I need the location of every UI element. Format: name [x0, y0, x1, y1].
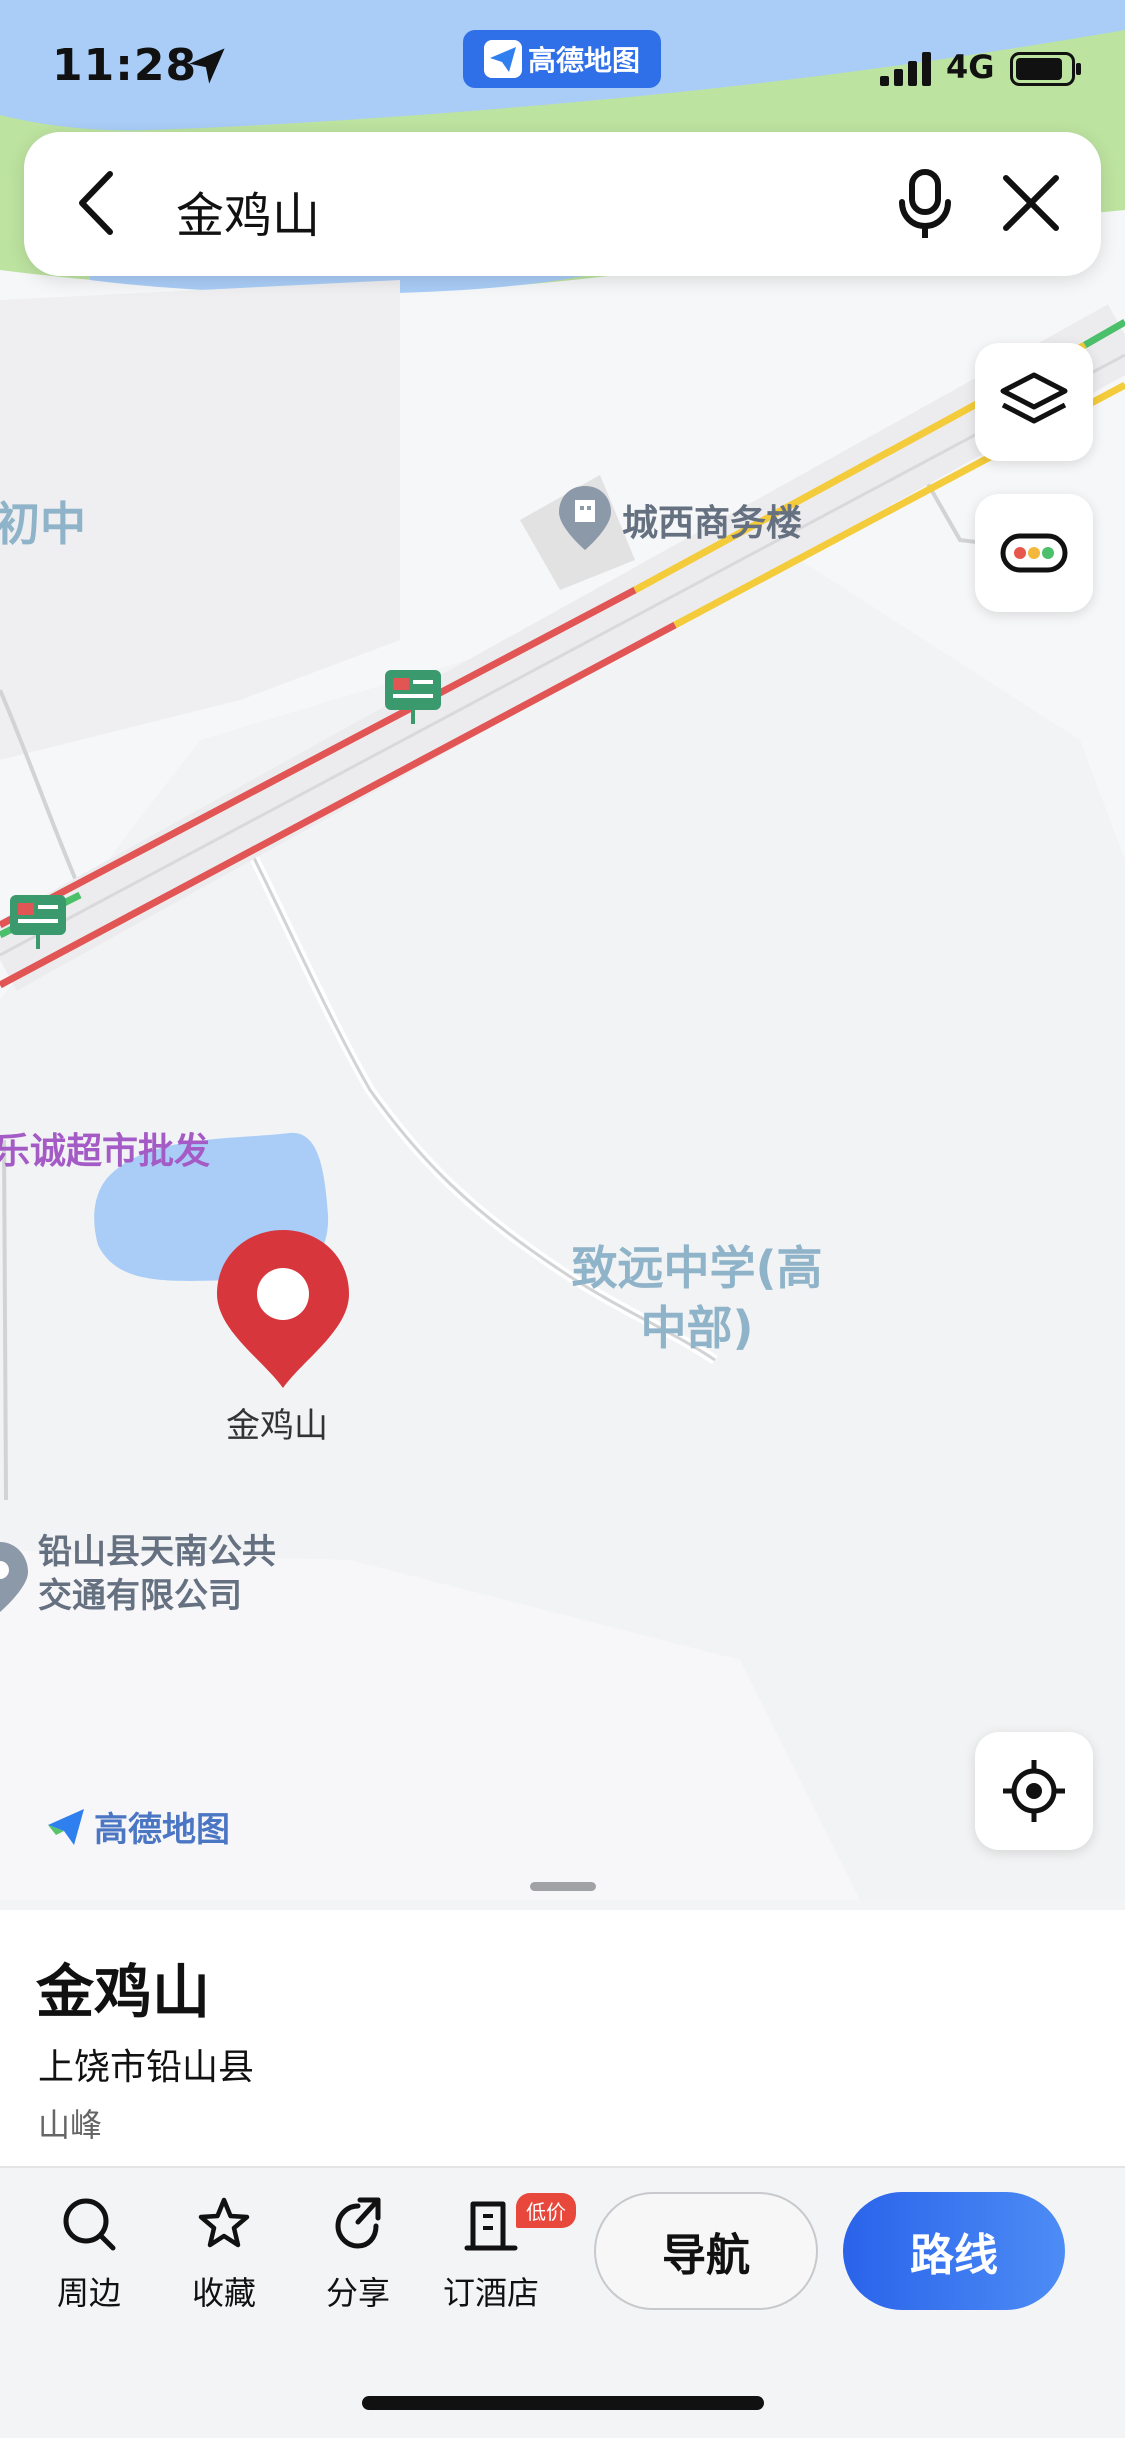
favorite-label: 收藏 [191, 2274, 256, 2312]
app-return-pill[interactable]: 高德地图 [463, 30, 661, 88]
share-icon [335, 2197, 381, 2249]
search-bar[interactable]: 金鸡山 [24, 132, 1101, 276]
nearby-label: 周边 [56, 2274, 121, 2312]
map-label-high-school-line1: 致远中学(高 [571, 1241, 823, 1295]
route-button[interactable]: 路线 [843, 2192, 1065, 2310]
traffic-light-icon [1000, 533, 1068, 573]
map-label-supermarket[interactable]: 乐诚超市批发 [0, 1122, 210, 1174]
hotel-label: 订酒店 [442, 2274, 539, 2312]
place-category: 山峰 [38, 2106, 103, 2144]
low-price-badge: 低价 [516, 2193, 576, 2228]
star-icon [198, 2197, 250, 2248]
battery-icon [1010, 52, 1081, 86]
hotel-icon [464, 2201, 518, 2251]
map-label-office-building[interactable]: 城西商务楼 [622, 494, 802, 546]
map-label-bus-company-line1: 铅山县天南公共 [38, 1532, 276, 1572]
place-address: 上饶市铅山县 [38, 2047, 255, 2088]
layers-icon [1000, 372, 1068, 424]
locate-icon [1003, 1760, 1065, 1822]
sheet-drag-handle[interactable] [530, 1882, 596, 1891]
map-label-pin[interactable]: 金鸡山 [226, 1398, 328, 1447]
cellular-signal-icon [880, 52, 931, 86]
map-label-high-school[interactable]: 致远中学(高 中部) [552, 1238, 842, 1358]
map-label-bus-company-line2: 交通有限公司 [38, 1576, 242, 1616]
app-pill-label: 高德地图 [527, 44, 640, 77]
map-label-high-school-line2: 中部) [640, 1301, 754, 1355]
map-label-school-partial[interactable]: 初中 [0, 488, 86, 554]
my-location-button[interactable] [975, 1732, 1093, 1850]
share-button[interactable]: 分享 [303, 2196, 413, 2316]
hotel-button[interactable]: 低价 订酒店 [436, 2193, 576, 2316]
status-bar: 11:28 高德地图 4G [0, 0, 1125, 130]
back-arrow-icon[interactable] [72, 168, 122, 238]
place-title: 金鸡山 [36, 1958, 211, 2026]
amap-logo-icon [483, 40, 522, 78]
nearby-button[interactable]: 周边 [34, 2196, 144, 2316]
layers-button[interactable] [975, 343, 1093, 461]
share-label: 分享 [325, 2274, 390, 2312]
minor-road [2, 1139, 8, 1501]
map-watermark: 高德地图 [44, 1802, 230, 1851]
search-input[interactable]: 金鸡山 [176, 176, 320, 246]
favorite-button[interactable]: 收藏 [169, 2196, 279, 2316]
microphone-icon[interactable] [892, 168, 958, 240]
home-indicator[interactable] [362, 2396, 764, 2410]
location-arrow-icon [189, 48, 225, 84]
amap-logo-icon [48, 1808, 84, 1845]
traffic-toggle-button[interactable] [975, 494, 1093, 612]
close-icon[interactable] [1000, 172, 1062, 234]
watermark-text: 高德地图 [94, 1810, 230, 1850]
map-label-bus-company[interactable]: 铅山县天南公共 交通有限公司 [38, 1530, 276, 1618]
network-type: 4G [946, 48, 995, 86]
status-time: 11:28 [52, 40, 198, 91]
navigate-button[interactable]: 导航 [594, 2192, 818, 2310]
search-icon [63, 2198, 116, 2251]
